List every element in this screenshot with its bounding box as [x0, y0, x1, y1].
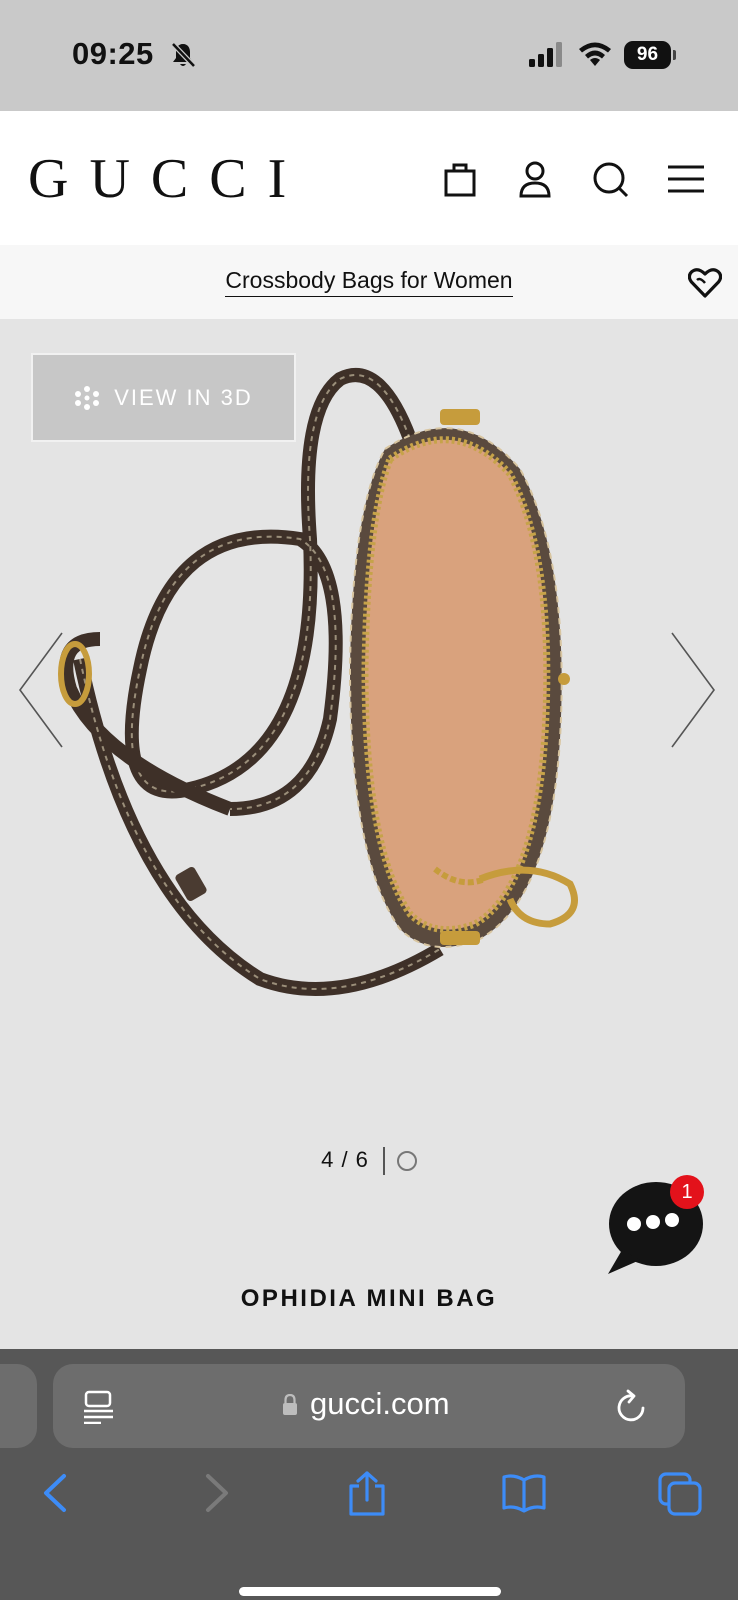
- battery-tip: [673, 50, 676, 60]
- menu-icon[interactable]: [666, 159, 706, 199]
- battery-icon: 96: [624, 41, 676, 69]
- gucci-logo[interactable]: GUCCI: [28, 147, 307, 211]
- bell-slash-icon: [171, 42, 196, 68]
- gallery-pager: 4 / 6: [0, 1147, 738, 1176]
- breadcrumb: Crossbody Bags for Women: [0, 245, 738, 319]
- battery-level: 96: [624, 41, 671, 69]
- pager-count: 4 / 6: [321, 1147, 369, 1172]
- chevron-left-icon[interactable]: [14, 631, 66, 749]
- previous-tab-peek[interactable]: [0, 1364, 37, 1448]
- browser-chrome: gucci.com: [0, 1349, 738, 1600]
- pager-separator: [382, 1147, 385, 1176]
- bookmarks-icon[interactable]: [502, 1470, 546, 1516]
- view-in-3d-button[interactable]: VIEW IN 3D: [31, 353, 296, 442]
- search-icon[interactable]: [590, 159, 630, 199]
- breadcrumb-link-wrap: Crossbody Bags for Women: [0, 267, 738, 297]
- site-header: GUCCI: [0, 111, 738, 245]
- reader-icon[interactable]: [83, 1390, 115, 1424]
- status-bar: 09:25 96: [0, 0, 738, 111]
- address-bar[interactable]: gucci.com: [53, 1364, 685, 1448]
- status-time: 09:25: [72, 36, 154, 71]
- breadcrumb-link[interactable]: Crossbody Bags for Women: [225, 267, 513, 297]
- tabs-icon[interactable]: [658, 1470, 702, 1516]
- lock-icon: [283, 1394, 297, 1415]
- cube-3d-icon: [75, 385, 100, 410]
- product-name: OPHIDIA MINI BAG: [240, 1285, 498, 1312]
- shopping-bag-icon[interactable]: [440, 159, 480, 199]
- view-in-3d-label: VIEW IN 3D: [114, 384, 253, 410]
- chevron-right-icon[interactable]: [668, 631, 720, 749]
- url-text[interactable]: gucci.com: [310, 1386, 450, 1422]
- share-icon[interactable]: [345, 1470, 389, 1516]
- heart-icon[interactable]: [688, 267, 722, 299]
- forward-icon[interactable]: [192, 1470, 236, 1516]
- back-icon[interactable]: [36, 1470, 80, 1516]
- account-icon[interactable]: [515, 159, 555, 199]
- product-photo: [58, 368, 578, 996]
- signal-icon: [529, 42, 562, 67]
- home-indicator[interactable]: [239, 1587, 501, 1596]
- reload-icon[interactable]: [615, 1388, 649, 1424]
- chat-notification-badge: 1: [670, 1175, 704, 1209]
- pager-dot-icon[interactable]: [396, 1151, 417, 1172]
- wifi-icon: [579, 42, 611, 66]
